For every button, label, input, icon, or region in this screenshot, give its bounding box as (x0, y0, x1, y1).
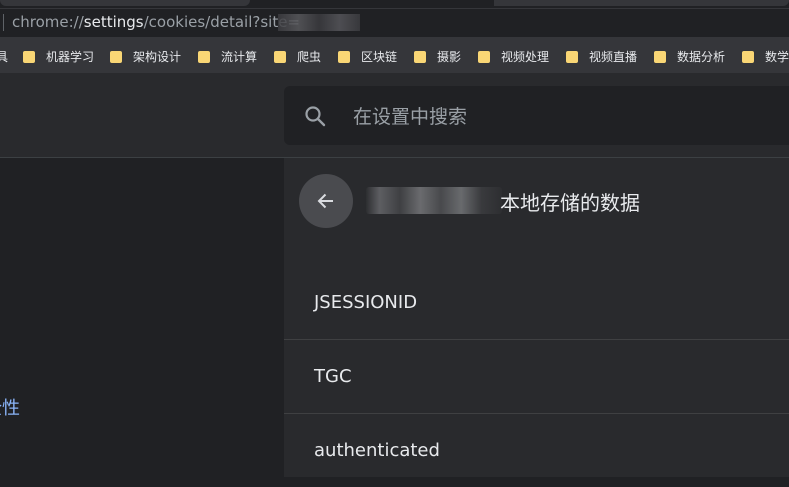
page-title: 本地存储的数据 (500, 191, 640, 215)
bookmark-item[interactable]: 区块链 (338, 40, 397, 73)
folder-icon (110, 50, 122, 63)
url-path: /cookies/detail?site= (143, 13, 300, 31)
browser-tab[interactable] (0, 0, 250, 6)
url-host: settings (83, 13, 144, 31)
bookmark-item[interactable]: 机器学习 (23, 40, 94, 73)
bookmark-item[interactable]: 爬虫 (274, 40, 321, 73)
bookmark-label: 区块链 (361, 50, 398, 64)
bookmark-label: 架构设计 (133, 50, 182, 64)
cookie-name: JSESSIONID (314, 292, 418, 313)
address-url[interactable]: chrome://settings/cookies/detail?site= (12, 13, 300, 31)
folder-icon (23, 50, 35, 63)
folder-icon (742, 50, 754, 63)
folder-icon (274, 50, 286, 63)
folder-icon (198, 50, 210, 63)
bookmark-label: 机器学习 (46, 50, 95, 64)
folder-icon (478, 50, 490, 63)
bookmark-item[interactable]: 架构设计 (110, 40, 181, 73)
cookie-row[interactable]: TGC (284, 340, 789, 413)
bookmark-item[interactable]: 数据分析 (654, 40, 725, 73)
bookmark-label: 视频处理 (501, 50, 550, 64)
folder-icon (414, 50, 426, 63)
folder-icon (654, 50, 666, 63)
bookmark-label: 摄影 (437, 50, 462, 64)
url-scheme: chrome:// (12, 13, 84, 31)
cookie-row[interactable]: authenticated (284, 414, 789, 487)
search-input[interactable] (340, 100, 773, 134)
arrow-back-icon (317, 193, 333, 209)
redacted-site-name (366, 187, 502, 214)
bookmark-label: 爬虫 (297, 50, 322, 64)
redacted-site (278, 14, 360, 31)
bookmark-item[interactable]: 视频处理 (478, 40, 549, 73)
bookmark-label: 具 (0, 50, 9, 64)
nav-item-security[interactable]: 全性 (0, 394, 20, 420)
settings-header-left (0, 73, 284, 158)
bookmarks-bar: 具 机器学习 架构设计 流计算 爬虫 区块链 摄影 视频处理 视频直播 数据分析… (0, 40, 789, 73)
bookmark-label: 数学 (765, 50, 789, 64)
search-icon[interactable] (303, 104, 327, 128)
bookmark-item[interactable]: 数学 (742, 40, 789, 73)
bookmark-label: 数据分析 (677, 50, 726, 64)
tab-strip (0, 0, 789, 8)
cookie-name: TGC (314, 366, 352, 387)
left-nav: 全性 (0, 158, 284, 477)
back-button[interactable] (299, 174, 353, 228)
cookie-row[interactable]: JSESSIONID (284, 266, 789, 339)
cookie-name: authenticated (314, 440, 440, 461)
bookmark-item[interactable]: 具 (0, 40, 8, 73)
bookmark-item[interactable]: 流计算 (198, 40, 257, 73)
folder-icon (566, 50, 578, 63)
bookmark-label: 视频直播 (589, 50, 638, 64)
browser-tab[interactable] (494, 0, 789, 6)
folder-icon (338, 50, 350, 63)
bookmark-item[interactable]: 摄影 (414, 40, 461, 73)
bookmark-item[interactable]: 视频直播 (566, 40, 637, 73)
address-bar-divider (3, 14, 4, 31)
bookmark-label: 流计算 (221, 50, 258, 64)
